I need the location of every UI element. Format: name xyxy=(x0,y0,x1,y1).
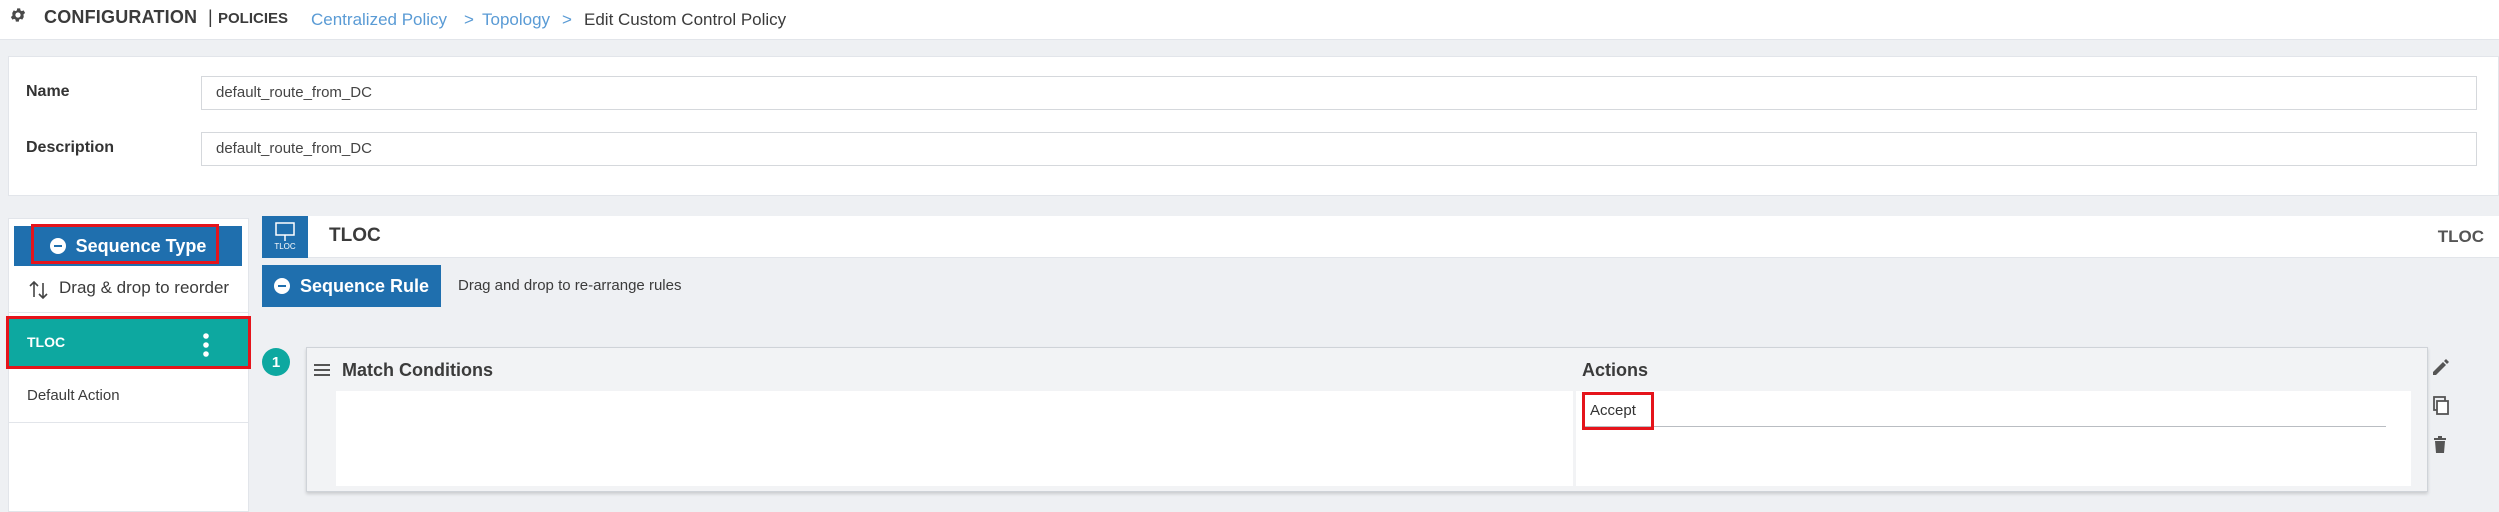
copy-icon[interactable] xyxy=(2430,395,2450,417)
sidebar-item-default-action[interactable]: Default Action xyxy=(27,387,120,404)
description-label: Description xyxy=(26,139,115,156)
page-section-title: CONFIGURATION xyxy=(44,7,198,27)
name-label: Name xyxy=(26,83,70,100)
delete-icon[interactable] xyxy=(2430,434,2450,456)
page-subsection-title: POLICIES xyxy=(218,10,289,27)
hamburger-icon[interactable] xyxy=(314,363,330,377)
breadcrumb-arrow: > xyxy=(464,10,474,29)
rule-number-badge: 1 xyxy=(262,348,290,376)
breadcrumb-link-centralized-policy[interactable]: Centralized Policy xyxy=(311,10,447,30)
actions-label: Actions xyxy=(1582,360,1649,380)
drag-rules-hint: Drag and drop to re-arrange rules xyxy=(458,277,682,294)
highlight-box xyxy=(31,224,219,264)
gear-icon xyxy=(10,8,26,22)
divider xyxy=(8,422,249,423)
breadcrumb-separator: | xyxy=(208,7,213,27)
description-field[interactable]: default_route_from_DC xyxy=(201,132,2477,166)
match-conditions-area xyxy=(336,391,1573,486)
highlight-box xyxy=(1582,392,1654,430)
sort-icon xyxy=(29,280,48,300)
breadcrumb-link-topology[interactable]: Topology xyxy=(482,10,550,30)
sequence-rule-label: Sequence Rule xyxy=(299,275,430,296)
sequence-type-label-right: TLOC xyxy=(2437,227,2484,246)
sequence-rule-button[interactable]: Sequence Rule xyxy=(262,265,441,307)
minus-circle-icon xyxy=(273,278,290,294)
breadcrumb-arrow: > xyxy=(562,10,572,29)
tloc-badge-label: TLOC xyxy=(274,242,296,251)
match-conditions-label: Match Conditions xyxy=(342,360,493,380)
sequence-header xyxy=(262,216,2499,258)
name-field[interactable]: default_route_from_DC xyxy=(201,76,2477,110)
sequence-title: TLOC xyxy=(329,225,381,246)
highlight-box xyxy=(6,316,251,369)
drag-reorder-hint: Drag & drop to reorder xyxy=(59,278,230,297)
action-underline xyxy=(1582,426,2386,427)
breadcrumb-current: Edit Custom Control Policy xyxy=(584,10,787,29)
actions-area xyxy=(1576,391,2411,486)
tloc-icon xyxy=(262,216,308,258)
edit-icon[interactable] xyxy=(2430,355,2450,377)
divider xyxy=(8,312,249,313)
